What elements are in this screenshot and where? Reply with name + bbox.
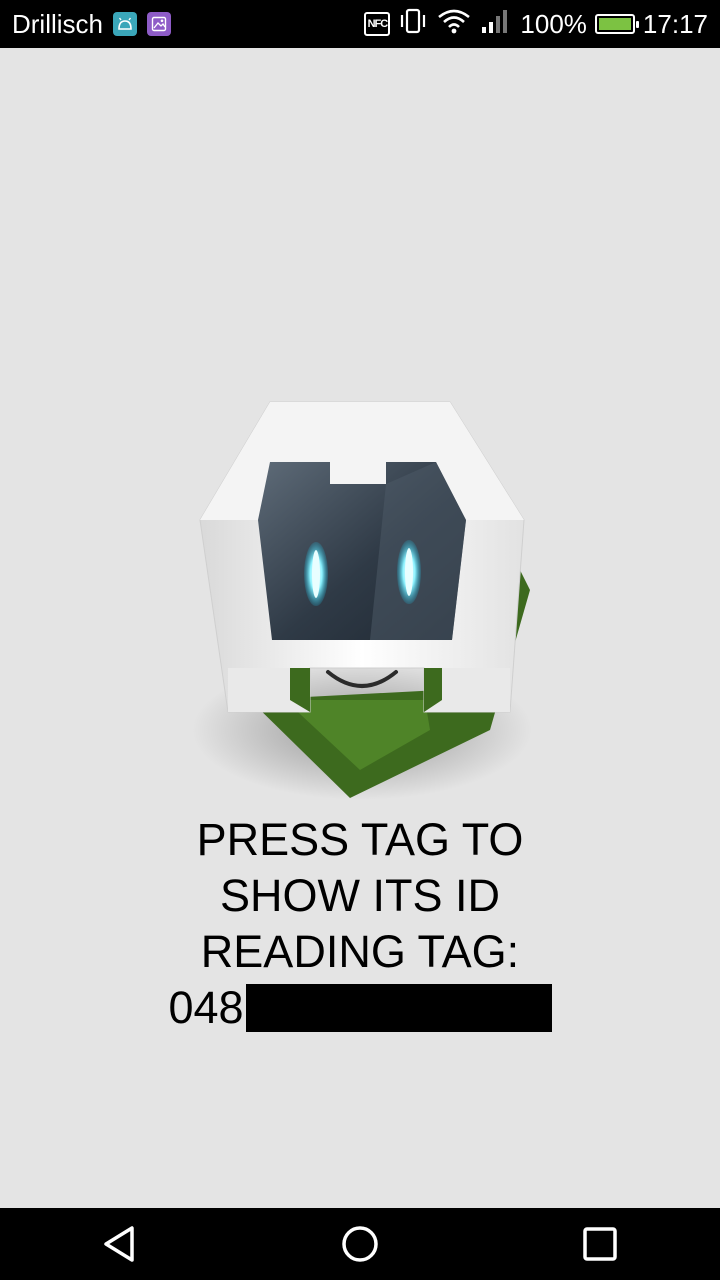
tag-message: PRESS TAG TO SHOW ITS ID READING TAG: 04… — [0, 812, 720, 1036]
tag-id-redacted — [245, 984, 552, 1032]
tag-id-line: 048 — [0, 980, 720, 1036]
vibrate-icon — [398, 8, 428, 41]
android-icon — [113, 12, 137, 36]
home-button[interactable] — [320, 1208, 400, 1280]
screen: Drillisch NFC 100% 17:17 PRESS TAG TO SH… — [0, 0, 720, 1280]
reading-tag-label: READING TAG: — [200, 926, 520, 977]
wifi-icon — [436, 8, 472, 41]
battery-icon — [594, 14, 639, 34]
instruction-line-1: PRESS TAG TO — [196, 814, 524, 865]
nfc-icon: NFC — [364, 12, 391, 36]
recents-button[interactable] — [560, 1208, 640, 1280]
cordova-logo — [190, 400, 535, 800]
back-icon — [104, 1226, 134, 1262]
battery-fill — [598, 18, 631, 30]
signal-icon — [480, 8, 512, 41]
gallery-icon — [147, 12, 171, 36]
back-button[interactable] — [80, 1208, 160, 1280]
status-left: Drillisch — [12, 9, 171, 40]
tag-id-prefix: 048 — [168, 982, 244, 1033]
status-bar: Drillisch NFC 100% 17:17 — [0, 0, 720, 48]
instruction-line-2: SHOW ITS ID — [220, 870, 500, 921]
clock: 17:17 — [642, 8, 708, 39]
battery-percent: 100% — [520, 8, 587, 39]
navigation-bar — [0, 1208, 720, 1280]
carrier-name: Drillisch — [12, 8, 103, 39]
recents-icon — [583, 1227, 617, 1261]
home-icon — [342, 1226, 378, 1262]
status-right: NFC 100% 17:17 — [364, 8, 708, 41]
